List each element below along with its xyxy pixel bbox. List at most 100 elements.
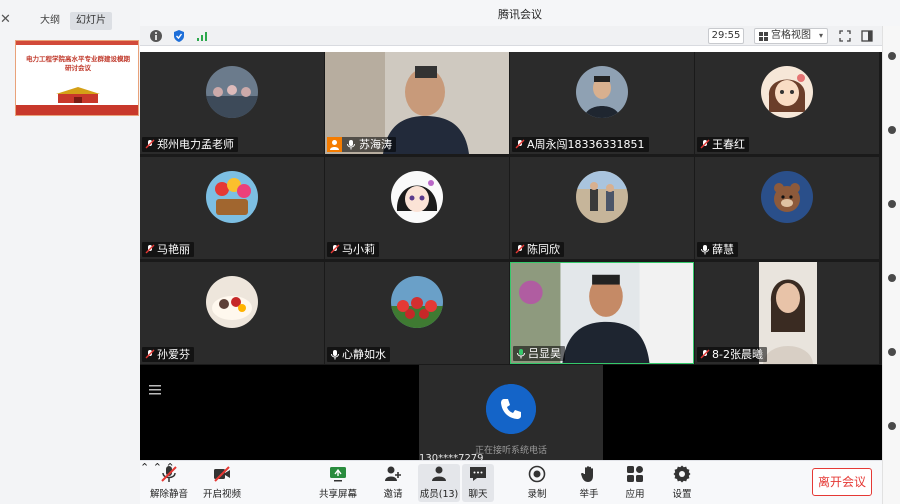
participant-tile[interactable]: 薛慧 (695, 157, 879, 259)
hand-icon (581, 466, 593, 482)
info-icon[interactable] (149, 29, 163, 43)
add-user-icon (385, 466, 401, 481)
mic-muted-icon (700, 139, 710, 149)
mic-icon (331, 350, 339, 360)
settings-button[interactable]: 设置 (667, 464, 697, 502)
fullscreen-icon[interactable] (838, 29, 852, 43)
participant-label: 王春红 (697, 137, 749, 152)
side-dot-icon[interactable] (888, 348, 896, 356)
record-button[interactable]: 录制 (522, 464, 552, 502)
avatar (761, 171, 813, 223)
participant-label: 马艳丽 (142, 242, 194, 257)
tab-outline[interactable]: 大纲 (36, 12, 64, 30)
side-dot-icon[interactable] (888, 126, 896, 134)
tab-slides[interactable]: 幻灯片 (70, 12, 112, 30)
participant-label: 马小莉 (327, 242, 379, 257)
participant-tile[interactable]: 郑州电力孟老师 (140, 52, 324, 154)
members-icon (432, 466, 446, 481)
share-screen-button[interactable]: 共享屏幕 (318, 464, 358, 502)
layout-label: 宫格视图 (771, 30, 811, 41)
side-dot-icon[interactable] (888, 422, 896, 430)
host-badge-icon (327, 137, 342, 152)
participant-tile[interactable]: 王春红 (695, 52, 879, 154)
avatar (206, 171, 258, 223)
participant-tile[interactable]: 陈同欣 (510, 157, 694, 259)
mic-muted-icon (330, 244, 340, 254)
window-title: 腾讯会议 (498, 8, 542, 21)
bottom-toolbar: 解除静音 ⌃ 开启视频 ⌃ 共享屏幕 ⌃ 邀请 (140, 460, 882, 504)
close-icon[interactable]: ✕ (0, 12, 12, 27)
chat-icon (470, 467, 486, 481)
phone-call-tile[interactable]: 正在接听系统电话 130****7279 (419, 365, 603, 464)
video-grid: 郑州电力孟老师 苏海涛 A周永闯18336331851 王春红 马艳丽 马小莉 … (140, 52, 882, 365)
participant-tile[interactable]: 马艳丽 (140, 157, 324, 259)
avatar (761, 66, 813, 118)
grid-icon (759, 32, 768, 41)
participant-label: 吕显昊 (513, 346, 565, 361)
chat-button[interactable]: 聊天 (462, 464, 494, 502)
meeting-toolbar: 29:55 宫格视图 ▾ (140, 26, 882, 46)
right-side-strip (882, 26, 900, 504)
avatar (206, 66, 258, 118)
participant-tile[interactable]: 孙爱芬 (140, 262, 324, 364)
avatar (391, 171, 443, 223)
apps-icon (627, 466, 643, 482)
camera-off-icon (214, 466, 230, 482)
participant-label: 郑州电力孟老师 (142, 137, 238, 152)
side-dot-icon[interactable] (888, 274, 896, 282)
mic-muted-icon (700, 349, 710, 359)
mic-muted-icon (515, 139, 525, 149)
apps-button[interactable]: 应用 (620, 464, 650, 502)
participant-label: 苏海涛 (327, 137, 396, 152)
participant-label: A周永闯18336331851 (512, 137, 649, 152)
layout-dropdown[interactable]: 宫格视图 ▾ (754, 28, 828, 44)
participant-tile[interactable]: 心静如水 (325, 262, 509, 364)
participant-tile[interactable]: A周永闯18336331851 (510, 52, 694, 154)
meeting-timer: 29:55 (708, 28, 744, 44)
record-icon (528, 465, 546, 483)
invite-button[interactable]: 邀请 (378, 464, 408, 502)
mic-speaking-icon (517, 349, 525, 359)
mic-muted-icon (145, 139, 155, 149)
gear-icon (673, 465, 691, 483)
start-video-button[interactable]: 开启视频 (202, 464, 242, 502)
participant-tile-speaking[interactable]: 吕显昊 (510, 262, 694, 364)
participant-label: 薛慧 (697, 242, 738, 257)
slide-thumbnail[interactable]: 电力工程学院高水平专业群建设模期研讨会议 (15, 40, 139, 116)
sidebar-icon[interactable] (860, 29, 874, 43)
raise-hand-button[interactable]: 举手 (574, 464, 604, 502)
mic-muted-icon (145, 349, 155, 359)
mic-muted-icon (515, 244, 525, 254)
unmute-button[interactable]: 解除静音 (148, 464, 190, 502)
screen-share-icon (330, 467, 346, 482)
chevron-down-icon: ▾ (818, 31, 823, 40)
participant-label: 孙爱芬 (142, 347, 194, 362)
participant-tile[interactable]: 马小莉 (325, 157, 509, 259)
slide-top-stripe (16, 41, 138, 45)
participant-label: 8-2张晨曦 (697, 347, 767, 362)
leave-meeting-button[interactable]: 离开会议 (812, 468, 872, 496)
participant-tile[interactable]: 苏海涛 (325, 52, 509, 154)
mic-muted-icon (145, 244, 155, 254)
slide-title: 电力工程学院高水平专业群建设模期研讨会议 (26, 55, 130, 72)
lower-stage: 正在接听系统电话 130****7279 (140, 365, 882, 464)
shield-icon[interactable] (172, 29, 186, 43)
list-icon[interactable] (149, 385, 161, 395)
participant-tile[interactable]: 8-2张晨曦 (695, 262, 879, 364)
members-button[interactable]: 成员(13) (418, 464, 460, 502)
camera-feed (759, 262, 817, 364)
side-dot-icon[interactable] (888, 52, 896, 60)
side-dot-icon[interactable] (888, 200, 896, 208)
mic-icon (701, 245, 709, 255)
title-bar: 腾讯会议 (140, 0, 900, 26)
slide-bottom-stripe (16, 105, 138, 115)
avatar (576, 171, 628, 223)
avatar (576, 66, 628, 118)
avatar (391, 276, 443, 328)
mic-icon (347, 140, 355, 150)
tiananmen-icon (56, 87, 100, 103)
signal-icon[interactable] (195, 29, 209, 43)
avatar (206, 276, 258, 328)
mic-muted-icon (161, 466, 177, 482)
phone-icon (486, 384, 536, 434)
